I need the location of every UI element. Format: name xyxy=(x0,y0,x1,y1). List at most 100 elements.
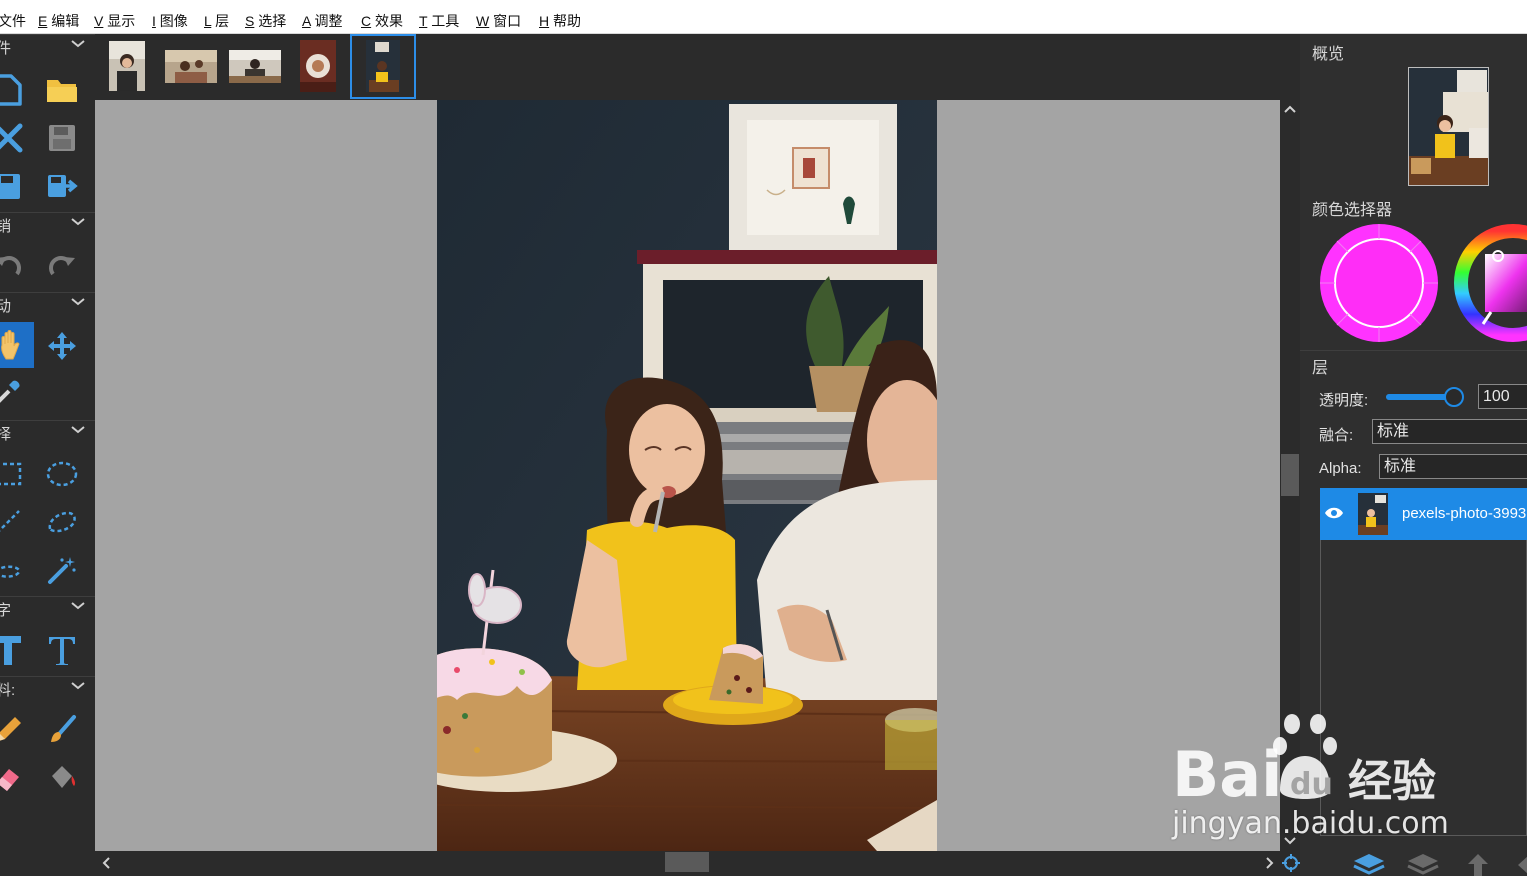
text-tool-button[interactable] xyxy=(0,630,28,670)
move-layer-up-icon[interactable] xyxy=(1466,852,1490,876)
vertical-scrollbar[interactable] xyxy=(1280,100,1300,851)
eyedropper-tool-button[interactable] xyxy=(0,372,28,412)
paint-bucket-button[interactable] xyxy=(42,758,82,798)
rect-select-button[interactable] xyxy=(0,454,28,494)
redo-button[interactable] xyxy=(42,246,82,286)
menu-effects[interactable]: C 效果 xyxy=(361,12,403,30)
export-button[interactable] xyxy=(42,166,82,206)
free-select-icon xyxy=(0,565,21,578)
section-move[interactable]: 动 xyxy=(0,292,95,315)
hand-icon xyxy=(1,330,20,360)
menu-help[interactable]: H 帮助 xyxy=(539,12,581,30)
menu-layer[interactable]: L 层 xyxy=(204,12,229,30)
export-icon xyxy=(48,175,78,197)
primary-color-swatch[interactable] xyxy=(1318,222,1440,344)
pencil-icon xyxy=(0,717,21,741)
close-button[interactable] xyxy=(0,118,28,158)
duplicate-layer-icon[interactable] xyxy=(1406,852,1440,876)
layer-list[interactable] xyxy=(1320,488,1527,836)
color-wheel[interactable] xyxy=(1453,222,1527,344)
horizontal-scrollbar[interactable] xyxy=(95,851,1300,876)
menu-edit[interactable]: E 编辑 xyxy=(38,12,79,30)
section-paint-label: 料: xyxy=(0,682,16,699)
section-text[interactable]: 字 xyxy=(0,596,95,619)
save-as-icon xyxy=(0,174,20,199)
eye-visibility-icon[interactable] xyxy=(1324,506,1344,520)
poly-lasso-button[interactable] xyxy=(42,502,82,542)
brush-icon xyxy=(51,715,76,742)
alpha-mode-select[interactable]: 标准 xyxy=(1379,454,1527,479)
text-serif-button[interactable] xyxy=(42,630,82,670)
rect-select-icon xyxy=(0,462,22,486)
tool-panel: 件 销 动 择 字 料: xyxy=(0,34,95,876)
undo-button[interactable] xyxy=(0,246,28,286)
overview-thumbnail[interactable] xyxy=(1408,67,1489,186)
brush-tool-button[interactable] xyxy=(42,710,82,750)
magic-wand-button[interactable] xyxy=(42,550,82,590)
opacity-slider[interactable] xyxy=(1386,387,1465,407)
image-thumbnail[interactable] xyxy=(300,40,336,92)
eyedropper-icon xyxy=(0,380,20,403)
section-select[interactable]: 择 xyxy=(0,420,95,443)
chevron-down-icon xyxy=(71,298,85,306)
save-as-button[interactable] xyxy=(0,166,28,206)
move-icon xyxy=(48,332,76,360)
new-file-button[interactable] xyxy=(0,70,28,110)
pencil-tool-button[interactable] xyxy=(0,710,28,750)
menu-window[interactable]: W 窗口 xyxy=(476,12,521,30)
save-button[interactable] xyxy=(42,118,82,158)
paint-bucket-icon xyxy=(52,766,76,788)
section-text-label: 字 xyxy=(0,602,12,619)
menu-adjust[interactable]: A 调整 xyxy=(302,12,342,30)
move-tool-button[interactable] xyxy=(42,326,82,366)
section-file-label: 件 xyxy=(0,40,12,57)
lasso-select-button[interactable] xyxy=(0,502,28,542)
image-thumbnail[interactable] xyxy=(109,41,145,91)
layer-row[interactable]: pexels-photo-3993 xyxy=(1320,488,1527,540)
ellipse-select-button[interactable] xyxy=(42,454,82,494)
horizontal-scroll-thumb[interactable] xyxy=(665,852,709,872)
section-paint[interactable]: 料: xyxy=(0,676,95,699)
blend-mode-select[interactable]: 标准 xyxy=(1372,419,1527,444)
undo-icon xyxy=(0,256,21,276)
vertical-scroll-thumb[interactable] xyxy=(1281,454,1299,496)
menu-file[interactable]: 文件 xyxy=(0,12,26,30)
magic-wand-icon xyxy=(48,557,76,584)
section-undo[interactable]: 销 xyxy=(0,212,95,235)
menu-view[interactable]: V 显示 xyxy=(94,12,135,30)
right-panel: 概览 颜色选择器 层 透明度: 100 融合: 标准 Alpha: 标准 pex… xyxy=(1300,34,1527,876)
chevron-down-icon xyxy=(71,40,85,48)
chevron-down-icon xyxy=(71,602,85,610)
scroll-down-arrow-icon[interactable] xyxy=(1284,836,1296,846)
app-window: 文件 E 编辑 V 显示 I 图像 L 层 S 选择 A 调整 C 效果 T 工… xyxy=(0,0,1527,876)
overview-title: 概览 xyxy=(1312,46,1345,63)
canvas-area[interactable] xyxy=(95,100,1280,851)
hand-tool-button[interactable] xyxy=(0,322,34,368)
move-layer-left-icon[interactable] xyxy=(1516,852,1527,876)
text-bold-icon xyxy=(0,636,21,665)
image-thumbnail[interactable] xyxy=(165,50,217,83)
image-thumbnail[interactable] xyxy=(229,50,281,83)
scroll-up-arrow-icon[interactable] xyxy=(1284,104,1296,114)
layers-title: 层 xyxy=(1312,360,1329,377)
menu-select[interactable]: S 选择 xyxy=(245,12,286,30)
alpha-label: Alpha: xyxy=(1319,460,1362,477)
scroll-left-arrow-icon[interactable] xyxy=(101,857,111,869)
opacity-slider-handle[interactable] xyxy=(1444,387,1465,407)
open-button[interactable] xyxy=(42,70,82,110)
menu-tools[interactable]: T 工具 xyxy=(419,12,459,30)
blend-label: 融合: xyxy=(1319,427,1354,444)
eraser-tool-button[interactable] xyxy=(0,758,28,798)
image-canvas[interactable] xyxy=(437,100,937,851)
section-move-label: 动 xyxy=(0,298,12,315)
layers-icon[interactable] xyxy=(1352,852,1386,876)
scroll-right-arrow-icon[interactable] xyxy=(1265,857,1275,869)
opacity-input[interactable]: 100 xyxy=(1478,384,1527,409)
open-images-strip xyxy=(95,34,1300,100)
crosshair-icon[interactable] xyxy=(1282,854,1300,872)
section-file[interactable]: 件 xyxy=(0,34,95,57)
free-select-button[interactable] xyxy=(0,550,28,590)
image-thumbnail-selected[interactable] xyxy=(350,34,416,99)
menu-image[interactable]: I 图像 xyxy=(152,12,188,30)
save-icon xyxy=(49,125,75,151)
